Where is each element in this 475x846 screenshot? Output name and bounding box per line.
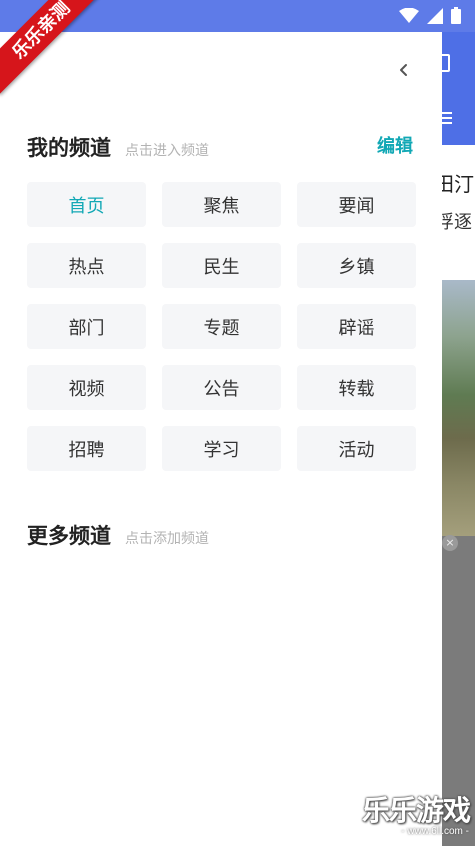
channel-chip[interactable]: 民生: [162, 243, 281, 288]
channel-chip[interactable]: 转载: [297, 365, 416, 410]
wifi-icon: [399, 7, 419, 23]
my-channels-hint: 点击进入频道: [125, 142, 209, 158]
status-icons: [399, 7, 461, 24]
channel-chip[interactable]: 乡镇: [297, 243, 416, 288]
background-app: 田汀 浮逐 ×: [442, 32, 475, 846]
background-photo: [442, 280, 475, 536]
channel-chip[interactable]: 活动: [297, 426, 416, 471]
channel-chip[interactable]: 部门: [27, 304, 146, 349]
channel-chip[interactable]: 热点: [27, 243, 146, 288]
watermark-logo-url: - www.6ll.com -: [401, 826, 469, 837]
more-channels-title: 更多频道: [27, 525, 111, 548]
watermark-logo: 乐乐游戏 - www.6ll.com -: [362, 796, 475, 846]
background-headline: 田汀: [442, 172, 474, 196]
menu-icon: [442, 112, 452, 124]
channel-chip[interactable]: 视频: [27, 365, 146, 410]
channel-chip[interactable]: 学习: [162, 426, 281, 471]
chevron-left-icon: [400, 64, 407, 76]
channel-chip[interactable]: 要闻: [297, 182, 416, 227]
channel-chip[interactable]: 辟谣: [297, 304, 416, 349]
channel-chip[interactable]: 专题: [162, 304, 281, 349]
signal-icon: [427, 7, 443, 24]
close-icon: ×: [442, 535, 458, 551]
calendar-icon: [442, 54, 450, 72]
watermark-logo-text: 乐乐游戏: [362, 795, 471, 826]
channel-chip[interactable]: 聚焦: [162, 182, 281, 227]
my-channels-title: 我的频道: [27, 137, 111, 160]
more-channels-hint: 点击添加频道: [125, 530, 209, 546]
battery-icon: [451, 7, 461, 24]
back-button[interactable]: [392, 58, 416, 82]
my-channels-header: 我的频道 点击进入频道: [27, 132, 209, 162]
channel-chip[interactable]: 公告: [162, 365, 281, 410]
channel-drawer: 我的频道 点击进入频道 编辑 首页 聚焦 要闻热点 民生 乡镇部门 专题 辟谣视频 公告 转载招…: [0, 32, 442, 846]
channel-chip[interactable]: 招聘: [27, 426, 146, 471]
more-channels-header: 更多频道 点击添加频道: [27, 520, 209, 550]
my-channels-grid: 首页 聚焦 要闻热点 民生 乡镇部门 专题 辟谣视频 公告 转载招聘 学习 活动: [27, 182, 416, 471]
background-app-header: [442, 32, 475, 145]
background-subline: 浮逐: [442, 212, 472, 233]
channel-chip[interactable]: 首页: [27, 182, 146, 227]
edit-button[interactable]: 编辑: [377, 132, 413, 158]
